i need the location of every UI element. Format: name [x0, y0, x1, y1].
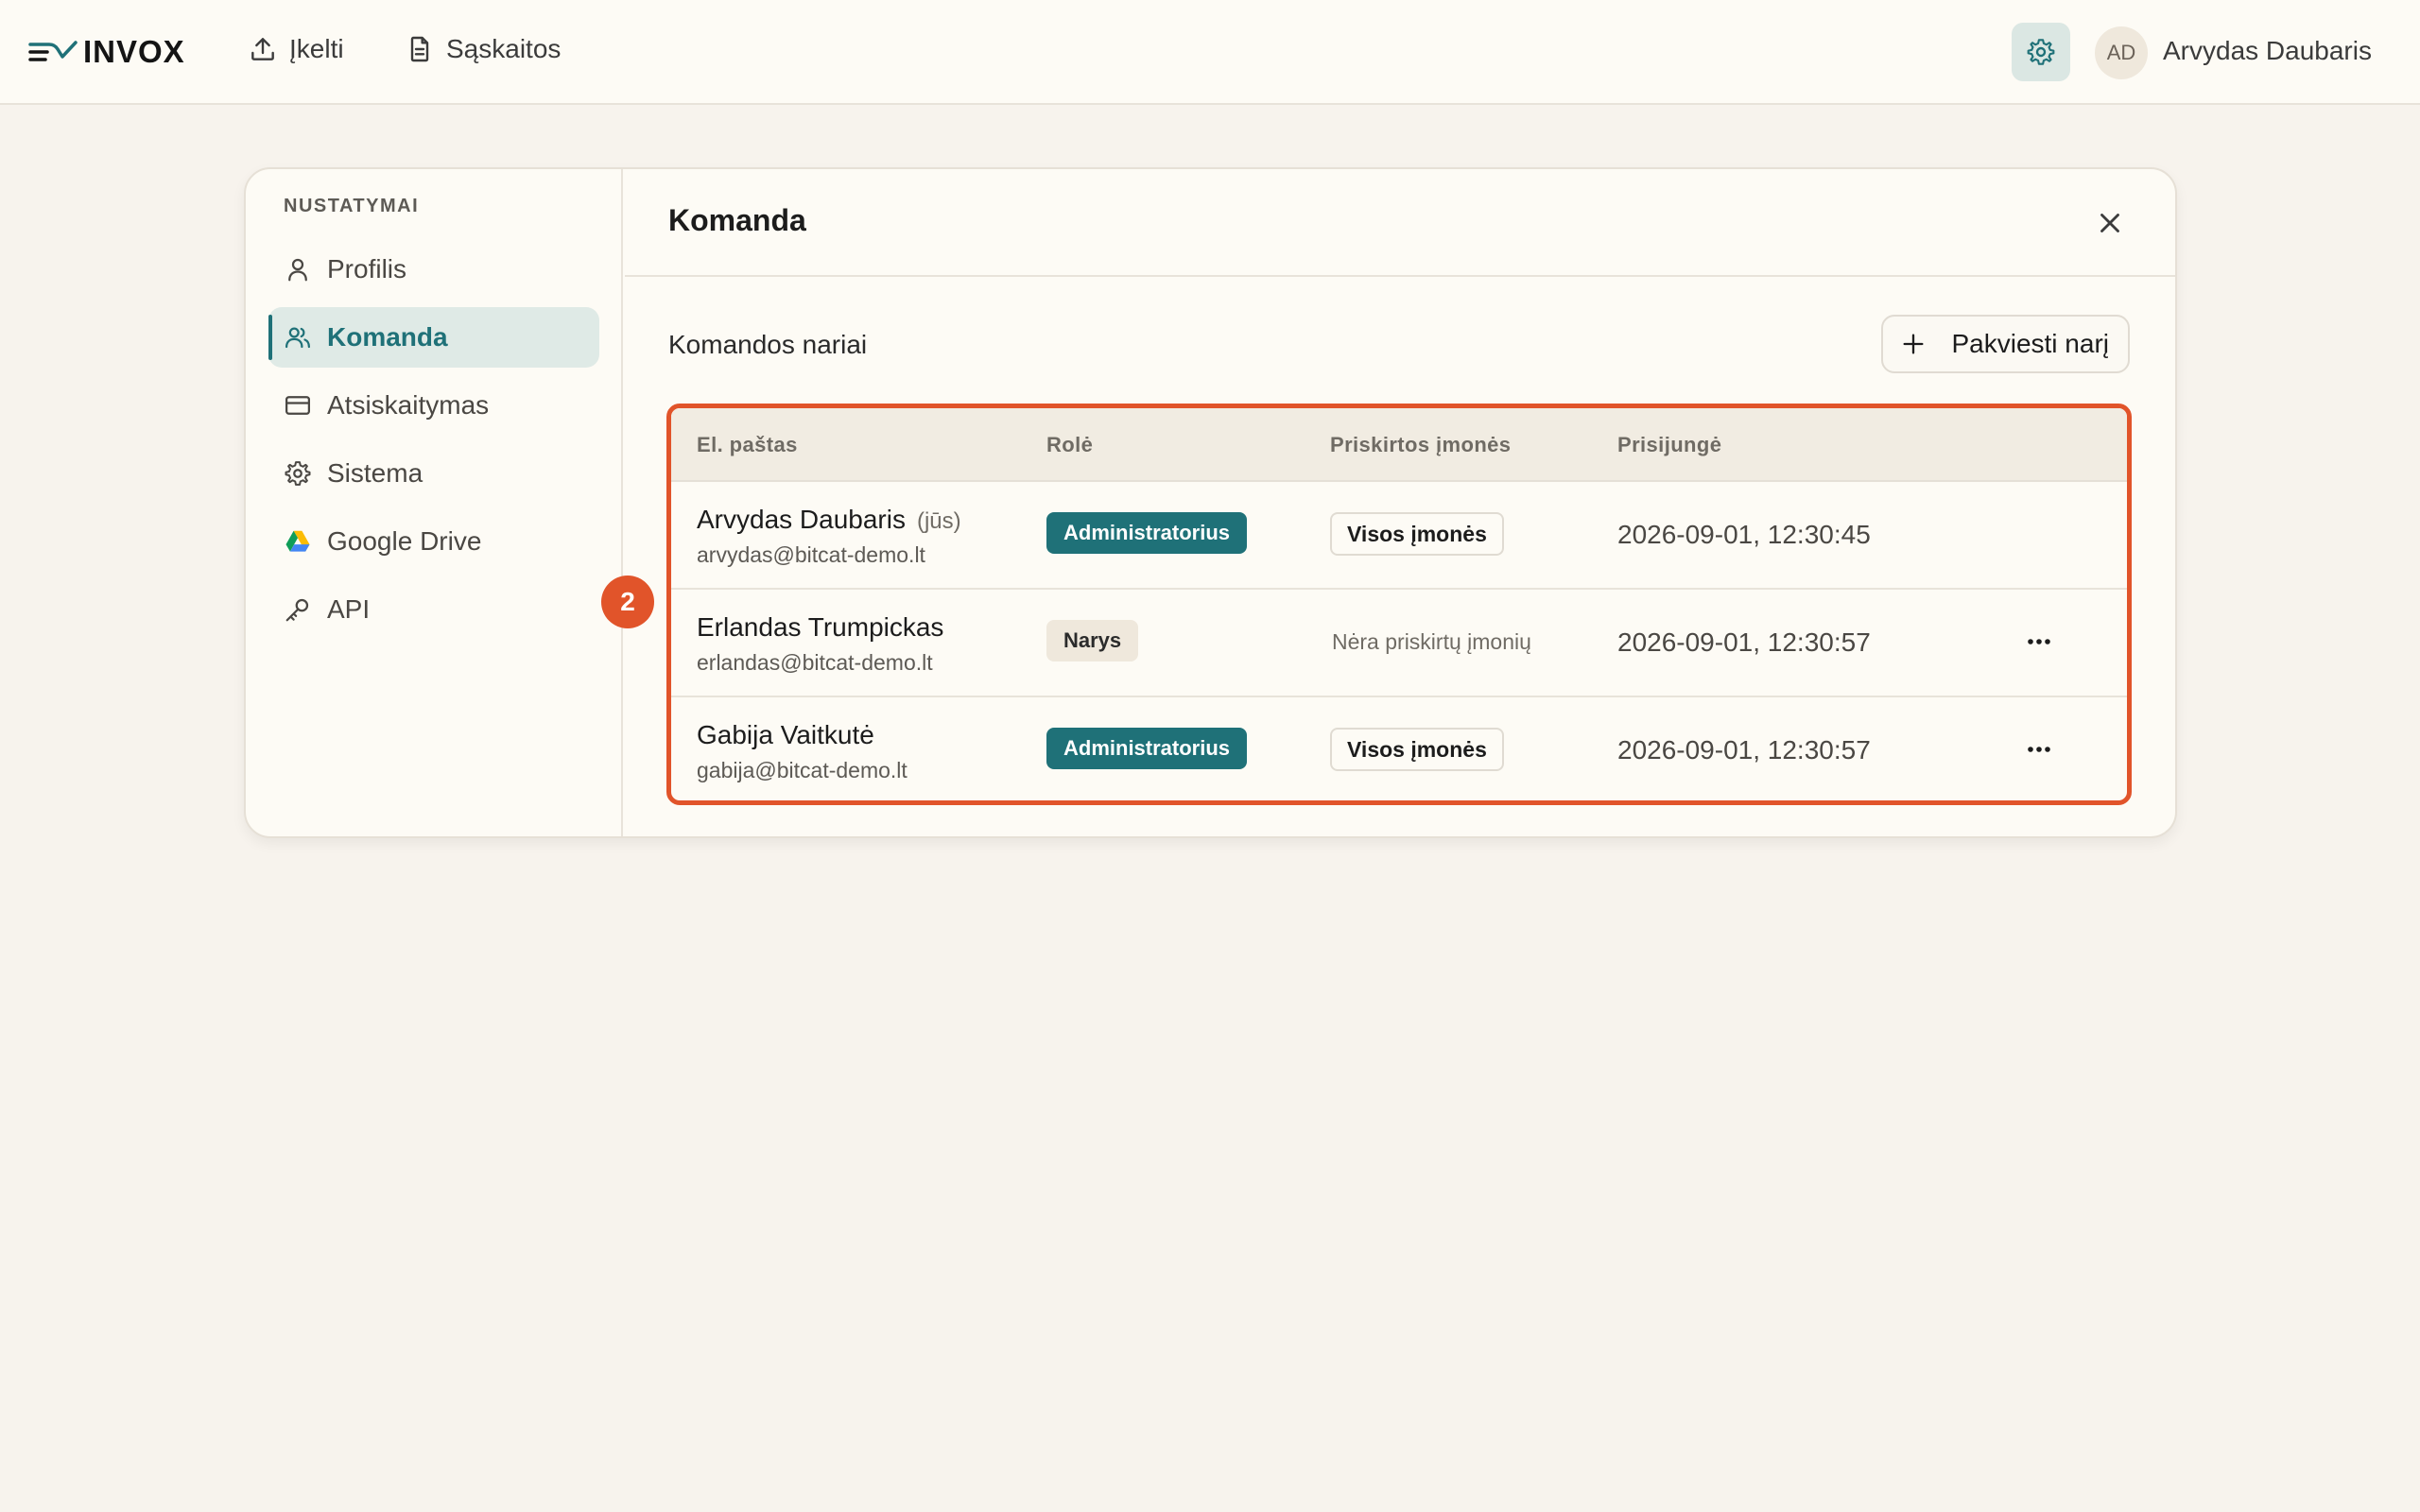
companies-chip: Visos įmonės — [1330, 512, 1504, 556]
nav-upload-label: Įkelti — [289, 34, 344, 63]
document-icon — [410, 36, 429, 62]
nav-invoices[interactable]: Sąskaitos — [405, 34, 561, 64]
no-companies-text: Nėra priskirtų įmonių — [1332, 629, 1531, 654]
member-name: Erlandas Trumpickas — [697, 612, 944, 642]
current-user-tag: (jūs) — [916, 508, 961, 534]
joined-date: 2026-09-01, 12:30:57 — [1617, 627, 1871, 657]
sidebar-item-api[interactable]: API — [268, 579, 599, 640]
team-members-table: El. paštas Rolė Priskirtos įmonės Prisij… — [666, 404, 2132, 805]
role-badge: Narys — [1046, 620, 1139, 662]
section-title: Komandos nariai — [668, 330, 868, 359]
sidebar-item-label: Sistema — [327, 458, 424, 488]
avatar[interactable]: AD — [2095, 26, 2148, 79]
companies-chip: Visos įmonės — [1330, 728, 1504, 771]
sidebar-item-label: Atsiskaitymas — [327, 390, 490, 420]
more-options-icon[interactable] — [2020, 735, 2058, 764]
member-name: Gabija Vaitkutė — [697, 720, 874, 749]
panel-header: Komanda — [625, 169, 2175, 277]
table-row: Erlandas Trumpickas erlandas@bitcat-demo… — [671, 590, 2127, 697]
member-name: Arvydas Daubaris (jūs) — [697, 505, 961, 535]
sidebar-item-label: Profilis — [327, 254, 407, 284]
close-icon[interactable] — [2094, 207, 2126, 239]
sidebar-item-label: API — [327, 594, 371, 624]
joined-date: 2026-09-01, 12:30:45 — [1617, 520, 1871, 549]
table-row: Arvydas Daubaris (jūs) arvydas@bitcat-dem… — [671, 482, 2127, 590]
logo-text: INVOX — [83, 34, 185, 69]
settings-panel: NUSTATYMAI Profilis Komanda Atsiskaityma… — [244, 167, 2177, 838]
member-email: gabija@bitcat-demo.lt — [697, 758, 908, 782]
credit-card-icon — [285, 396, 310, 415]
invite-member-button[interactable]: Pakviesti narį — [1881, 315, 2130, 373]
nav-invoices-label: Sąskaitos — [446, 34, 562, 63]
team-section: Komanda Komandos nariai Pakviesti narį E… — [625, 169, 2175, 836]
step-marker: 2 — [601, 576, 654, 628]
users-icon — [285, 327, 310, 349]
gear-icon — [285, 461, 311, 486]
settings-button[interactable] — [2012, 23, 2070, 81]
page-title: Komanda — [668, 203, 806, 237]
logo-waves-icon — [28, 41, 78, 61]
invite-member-label: Pakviesti narį — [1951, 329, 2109, 358]
sidebar-item-google-drive[interactable]: Google Drive — [268, 511, 599, 572]
google-drive-icon — [285, 530, 310, 552]
joined-date: 2026-09-01, 12:30:57 — [1617, 735, 1871, 765]
sidebar-item-billing[interactable]: Atsiskaitymas — [268, 375, 599, 436]
column-header-role[interactable]: Rolė — [1046, 433, 1093, 457]
more-options-icon[interactable] — [2020, 627, 2058, 656]
settings-sidebar: NUSTATYMAI Profilis Komanda Atsiskaityma… — [246, 169, 623, 836]
plus-icon — [1903, 334, 1924, 354]
sidebar-item-label: Komanda — [327, 322, 448, 352]
sidebar-item-system[interactable]: Sistema — [268, 443, 599, 504]
column-header-email[interactable]: El. paštas — [697, 433, 798, 457]
nav-upload[interactable]: Įkelti — [248, 34, 344, 64]
gear-icon — [2027, 39, 2055, 65]
upload-icon — [251, 38, 274, 60]
sidebar-heading: NUSTATYMAI — [284, 196, 420, 216]
sidebar-item-profile[interactable]: Profilis — [268, 239, 599, 300]
member-email: arvydas@bitcat-demo.lt — [697, 542, 925, 567]
sidebar-item-team[interactable]: Komanda — [268, 307, 599, 368]
role-badge: Administratorius — [1046, 728, 1248, 769]
member-email: erlandas@bitcat-demo.lt — [697, 650, 933, 675]
column-header-companies[interactable]: Priskirtos įmonės — [1330, 433, 1511, 457]
table-row: Gabija Vaitkutė gabija@bitcat-demo.lt Ad… — [671, 697, 2127, 800]
sidebar-item-label: Google Drive — [327, 526, 482, 556]
user-name[interactable]: Arvydas Daubaris — [2163, 36, 2372, 66]
column-header-joined[interactable]: Prisijungė — [1617, 433, 1721, 457]
table-header: El. paštas Rolė Priskirtos įmonės Prisij… — [671, 408, 2127, 482]
member-name-text: Arvydas Daubaris — [697, 505, 906, 534]
top-bar: INVOX Įkelti Sąskaitos AD Arvydas Daubar… — [0, 0, 2420, 105]
user-icon — [288, 258, 307, 282]
role-badge: Administratorius — [1046, 512, 1248, 554]
logo[interactable]: INVOX — [28, 32, 185, 72]
key-icon — [285, 598, 309, 622]
